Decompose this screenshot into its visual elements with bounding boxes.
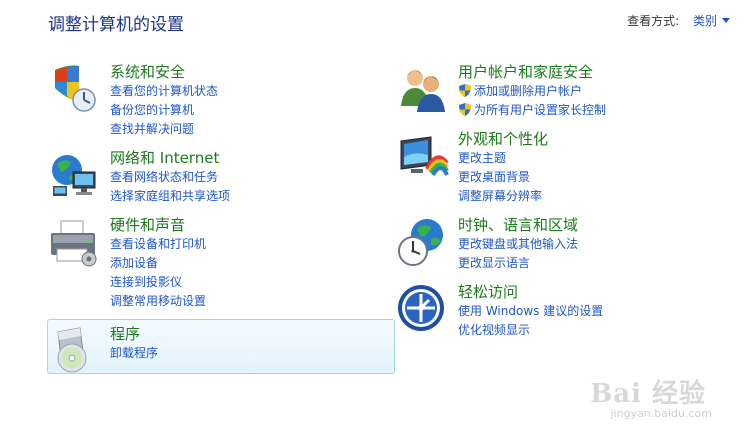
view-by-value[interactable]: 类别 — [693, 14, 717, 28]
category-title-system[interactable]: 系统和安全 — [110, 62, 218, 82]
link-find-fix-problems[interactable]: 查找并解决问题 — [110, 120, 218, 139]
category-title-hardware[interactable]: 硬件和声音 — [110, 215, 206, 235]
printer-icon[interactable] — [47, 215, 103, 271]
monitor-palette-icon[interactable] — [395, 129, 451, 185]
link-add-remove-accounts-label[interactable]: 添加或删除用户帐户 — [474, 84, 582, 98]
link-view-computer-status[interactable]: 查看您的计算机状态 — [110, 82, 218, 101]
link-change-keyboard[interactable]: 更改键盘或其他输入法 — [458, 235, 578, 254]
baidu-watermark: Bai 经验 jingyan.baidu.com — [590, 373, 712, 420]
link-change-display-language[interactable]: 更改显示语言 — [458, 254, 578, 273]
link-connect-projector[interactable]: 连接到投影仪 — [110, 273, 206, 292]
link-mobility-settings[interactable]: 调整常用移动设置 — [110, 292, 206, 311]
uac-shield-icon — [458, 83, 472, 98]
link-parental-controls[interactable]: 为所有用户设置家长控制 — [458, 101, 606, 120]
link-parental-controls-label[interactable]: 为所有用户设置家长控制 — [474, 103, 606, 117]
view-by: 查看方式: 类别 — [627, 12, 730, 29]
category-programs[interactable]: 程序 卸载程序 — [47, 319, 395, 374]
program-disc-icon[interactable] — [50, 322, 106, 378]
view-by-dropdown[interactable]: 类别 — [693, 14, 730, 28]
network-globe-icon[interactable] — [47, 148, 103, 204]
link-desktop-background[interactable]: 更改桌面背景 — [458, 168, 548, 187]
link-add-device[interactable]: 添加设备 — [110, 254, 206, 273]
chevron-down-icon[interactable] — [722, 18, 730, 23]
uac-shield-icon — [458, 102, 472, 117]
link-change-theme[interactable]: 更改主题 — [458, 149, 548, 168]
link-screen-resolution[interactable]: 调整屏幕分辨率 — [458, 187, 548, 206]
category-title-users[interactable]: 用户帐户和家庭安全 — [458, 62, 606, 82]
category-title-programs[interactable]: 程序 — [110, 324, 158, 344]
link-add-remove-accounts[interactable]: 添加或删除用户帐户 — [458, 82, 606, 101]
link-backup-computer[interactable]: 备份您的计算机 — [110, 101, 218, 120]
watermark-text: Bai 经验 — [590, 379, 706, 409]
shield-icon[interactable] — [47, 62, 103, 118]
view-by-label: 查看方式: — [627, 14, 680, 28]
link-optimize-visual-display[interactable]: 优化视频显示 — [458, 321, 603, 340]
link-recommended-settings[interactable]: 使用 Windows 建议的设置 — [458, 302, 603, 321]
link-network-status[interactable]: 查看网络状态和任务 — [110, 168, 230, 187]
clock-globe-icon[interactable] — [395, 215, 451, 271]
ease-of-access-icon[interactable] — [395, 282, 451, 338]
link-uninstall-program[interactable]: 卸载程序 — [110, 344, 158, 363]
category-title-clock[interactable]: 时钟、语言和区域 — [458, 215, 578, 235]
category-title-ease[interactable]: 轻松访问 — [458, 282, 603, 302]
users-icon[interactable] — [395, 62, 451, 118]
category-title-network[interactable]: 网络和 Internet — [110, 148, 230, 168]
link-homegroup-sharing[interactable]: 选择家庭组和共享选项 — [110, 187, 230, 206]
page-title: 调整计算机的设置 — [48, 15, 184, 35]
link-devices-printers[interactable]: 查看设备和打印机 — [110, 235, 206, 254]
watermark-subtext: jingyan.baidu.com — [610, 407, 712, 420]
category-title-appearance[interactable]: 外观和个性化 — [458, 129, 548, 149]
